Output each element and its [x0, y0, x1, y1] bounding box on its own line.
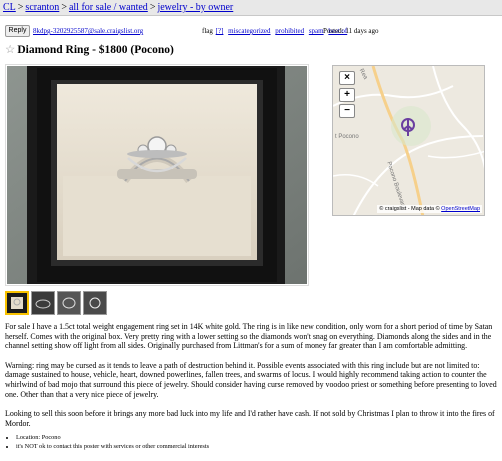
- thumbnail-image: [7, 293, 27, 313]
- thumbnail[interactable]: [57, 291, 81, 315]
- map-zoom-in-button[interactable]: +: [339, 88, 355, 102]
- map-attribution-text: © craigslist - Map data ©: [379, 206, 442, 212]
- body-paragraph: Looking to sell this soon before it brin…: [5, 409, 495, 428]
- map-tiles[interactable]: [333, 66, 485, 216]
- breadcrumb-jewelry[interactable]: jewelry - by owner: [157, 2, 233, 13]
- posted-time: Posted: 11 days ago: [323, 27, 379, 35]
- thumbnail-image: [84, 292, 106, 314]
- body-paragraph: For sale I have a 1.5ct total weight eng…: [5, 322, 493, 351]
- breadcrumb-separator: >: [149, 2, 156, 13]
- breadcrumb-separator: >: [61, 2, 67, 13]
- location-notice: Location: Pocono: [16, 433, 495, 442]
- flag-prohibited[interactable]: prohibited: [275, 27, 304, 35]
- body-paragraph: Warning: ring may be cursed as it tends …: [5, 360, 497, 399]
- posting-title-text: Diamond Ring - $1800 (Pocono): [17, 44, 174, 56]
- location-map[interactable]: t Pocono Pocono Boulevard Rea × + − © cr…: [332, 65, 485, 216]
- flag-spam[interactable]: spam: [309, 27, 324, 35]
- thumbnail-image: [32, 292, 54, 314]
- flag-miscategorized[interactable]: miscategorized: [228, 27, 270, 35]
- posting-bar: Reply 8kdpg-3202925587@sale.craigslist.o…: [0, 24, 502, 40]
- flag-label: flag: [202, 27, 213, 35]
- map-attribution: © craigslist - Map data © OpenStreetMap: [377, 205, 482, 213]
- reply-button[interactable]: Reply: [5, 25, 30, 37]
- breadcrumb-scranton[interactable]: scranton: [25, 2, 59, 13]
- thumbnail[interactable]: [5, 291, 29, 315]
- reply-email-link[interactable]: 8kdpg-3202925587@sale.craigslist.org: [33, 27, 143, 35]
- favorite-star-icon[interactable]: ☆: [5, 44, 15, 56]
- map-pin-icon: [401, 118, 415, 136]
- main-image-frame: [5, 64, 309, 286]
- flag-help-link[interactable]: [?]: [216, 27, 224, 35]
- breadcrumb: CL > scranton > all for sale / wanted > jewelr…: [0, 0, 502, 16]
- map-place-label: t Pocono: [335, 134, 359, 140]
- map-close-button[interactable]: ×: [339, 71, 355, 85]
- ring-photo[interactable]: [7, 66, 307, 284]
- thumbnail[interactable]: [83, 291, 107, 315]
- posting-notices: Location: Pocono it's NOT ok to contact …: [5, 433, 495, 451]
- breadcrumb-cl[interactable]: CL: [3, 2, 16, 13]
- openstreetmap-link[interactable]: OpenStreetMap: [441, 206, 480, 212]
- breadcrumb-for-sale[interactable]: all for sale / wanted: [69, 2, 148, 13]
- posting-title: ☆ Diamond Ring - $1800 (Pocono): [5, 42, 174, 56]
- thumbnail[interactable]: [31, 291, 55, 315]
- posting-body: For sale I have a 1.5ct total weight eng…: [5, 322, 499, 438]
- no-commercial-notice: it's NOT ok to contact this poster with …: [16, 442, 495, 451]
- breadcrumb-separator: >: [17, 2, 24, 13]
- map-zoom-out-button[interactable]: −: [339, 104, 355, 118]
- thumbnail-image: [58, 292, 80, 314]
